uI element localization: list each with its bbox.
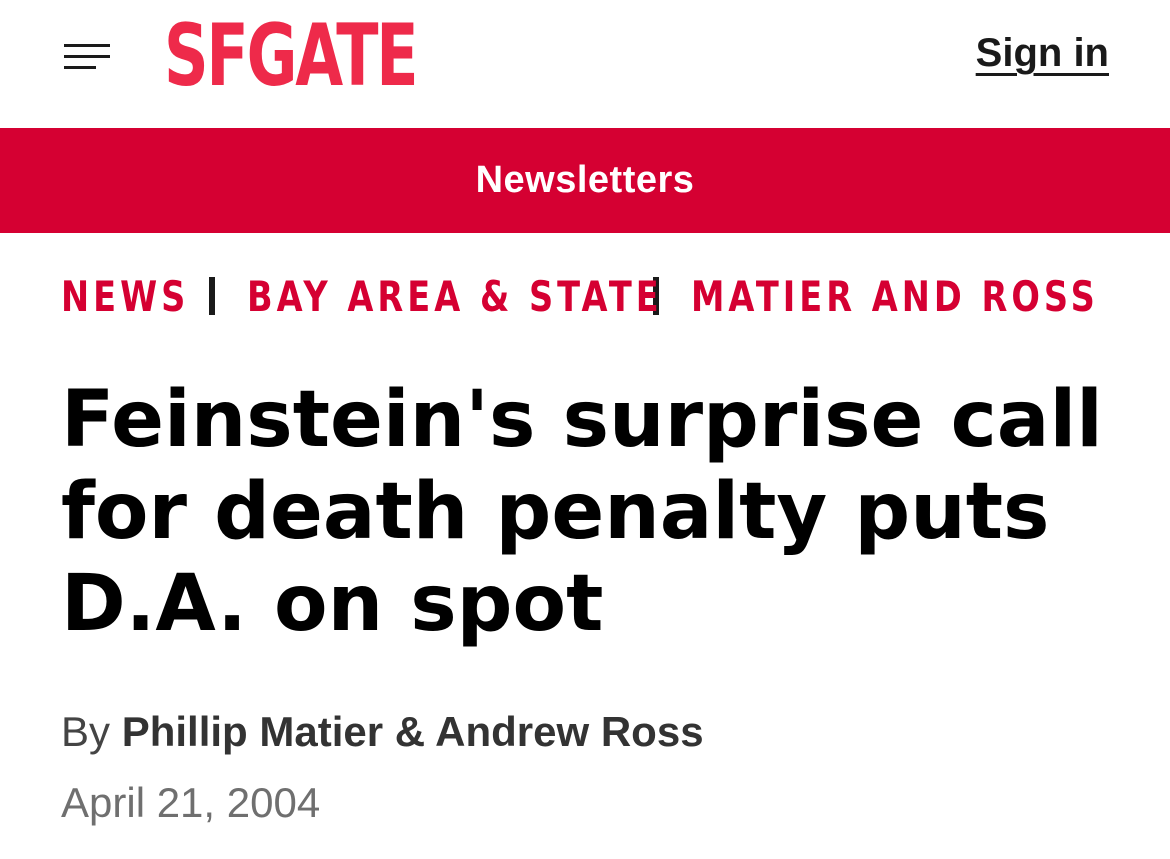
article-date: April 21, 2004 (61, 779, 321, 826)
site-logo[interactable]: SFGATE (164, 6, 419, 106)
hamburger-menu-button[interactable] (64, 42, 114, 72)
breadcrumb-item-news[interactable]: NEWS (61, 272, 189, 321)
article-headline: Feinstein's surprise call for death pena… (61, 375, 1103, 649)
article-byline: By Phillip Matier & Andrew Ross (61, 708, 704, 756)
newsletters-label: Newsletters (475, 159, 695, 201)
hamburger-menu-icon (64, 44, 110, 69)
newsletters-banner[interactable]: Newsletters (0, 128, 1170, 233)
breadcrumb-separator (209, 277, 215, 315)
sign-in-link[interactable]: Sign in (976, 31, 1109, 76)
article-page: SFGATE Sign in Newsletters NEWS BAY AREA… (0, 0, 1170, 859)
site-header: SFGATE Sign in (0, 0, 1170, 128)
byline-authors[interactable]: Phillip Matier & Andrew Ross (122, 708, 704, 755)
byline-prefix: By (61, 708, 111, 755)
breadcrumb-item-matier-and-ross[interactable]: MATIER AND ROSS (691, 272, 1099, 321)
breadcrumb-item-bay-area-state[interactable]: BAY AREA & STATE (247, 272, 663, 321)
breadcrumb: NEWS BAY AREA & STATE MATIER AND ROSS (61, 268, 1095, 324)
